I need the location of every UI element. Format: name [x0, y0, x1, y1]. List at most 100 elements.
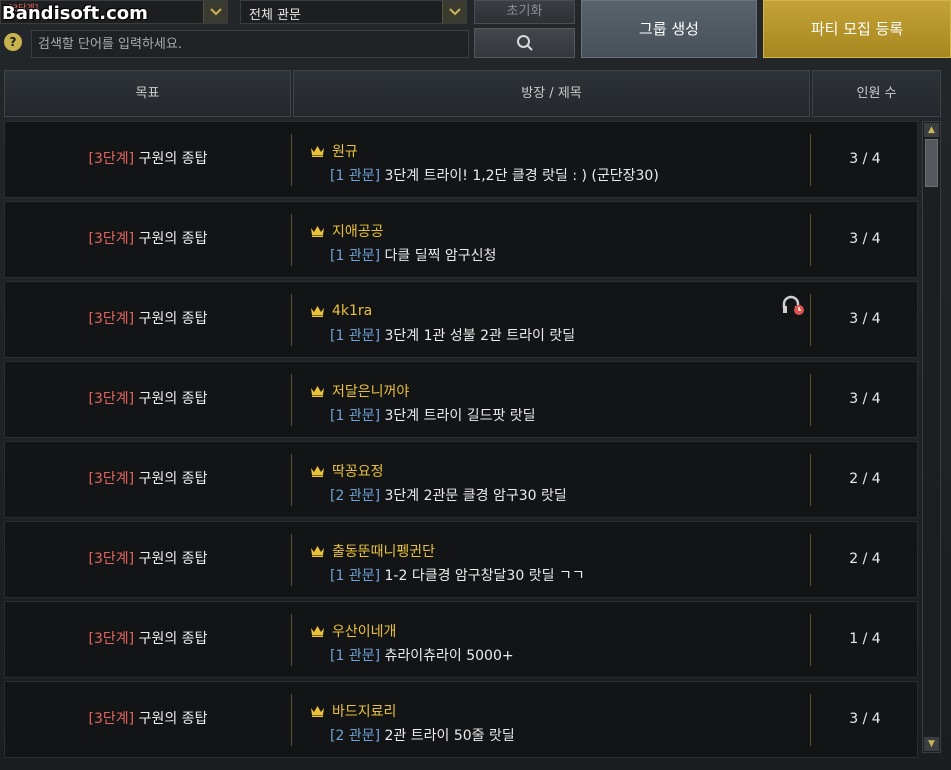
row-dungeon: [2 관문]	[330, 728, 381, 744]
row-stage: [3단계]	[88, 471, 135, 487]
row-count: 2 / 4	[849, 551, 881, 567]
crown-icon	[311, 146, 324, 157]
divider	[291, 374, 292, 426]
row-stage: [3단계]	[88, 711, 135, 727]
search-input[interactable]	[31, 30, 469, 58]
row-leader: 저달은니꺼야	[310, 381, 790, 401]
row-leader: 우산이네개	[310, 621, 790, 641]
row-leader-name: 저달은니꺼야	[332, 384, 410, 400]
row-goal: [3단계] 구원의 종탑	[5, 362, 291, 439]
row-description: [1 관문] 다클 딜찍 암구신청	[310, 245, 790, 265]
party-register-button[interactable]: 파티 모집 등록	[763, 0, 951, 58]
row-title-cell: 바드지료리 [2 관문] 2관 트라이 50줄 랏딜	[310, 701, 790, 745]
divider	[291, 534, 292, 586]
party-row[interactable]: [3단계] 구원의 종탑 출동뚠때니펭귄단 [1 관문] 1-2 다클경 암구창달3…	[4, 521, 918, 598]
dungeon-filter-select[interactable]: 전체 관문	[240, 0, 467, 24]
divider	[291, 614, 292, 666]
chevron-down-icon[interactable]	[203, 1, 227, 23]
crown-icon	[311, 626, 324, 637]
row-leader: 바드지료리	[310, 701, 790, 721]
list-header: 목표 방장 / 제목 인원 수	[4, 70, 941, 117]
dungeon-filter-value: 전체 관문	[249, 8, 301, 23]
header-goal[interactable]: 목표	[4, 70, 291, 117]
row-title: 츄라이츄라이 5000+	[384, 648, 514, 664]
scroll-down-arrow[interactable]: ▼	[924, 737, 939, 751]
party-row[interactable]: [3단계] 구원의 종탑 우산이네개 [1 관문] 츄라이츄라이 5000+ 1 / …	[4, 601, 918, 678]
row-goal-name: 구원의 종탑	[138, 231, 208, 247]
divider	[291, 134, 292, 186]
row-stage: [3단계]	[88, 151, 135, 167]
row-goal-name: 구원의 종탑	[138, 471, 208, 487]
help-icon[interactable]: ?	[4, 33, 22, 51]
chevron-down-icon[interactable]	[442, 1, 466, 23]
row-stage: [3단계]	[88, 551, 135, 567]
row-title-cell: 원규 [1 관문] 3단계 트라이! 1,2단 클경 랏딜 : ) (군단장30)	[310, 141, 790, 185]
row-title: 3단계 트라이! 1,2단 클경 랏딜 : ) (군단장30)	[384, 168, 659, 184]
row-dungeon: [1 관문]	[330, 248, 381, 264]
row-goal: [3단계] 구원의 종탑	[5, 282, 291, 359]
reset-button[interactable]: 초기화	[474, 0, 575, 24]
row-leader: 원규	[310, 141, 790, 161]
row-title-cell: 지애공공 [1 관문] 다클 딜찍 암구신청	[310, 221, 790, 265]
row-stage: [3단계]	[88, 631, 135, 647]
divider	[291, 294, 292, 346]
row-count: 3 / 4	[849, 711, 881, 727]
party-row[interactable]: [3단계] 구원의 종탑 원규 [1 관문] 3단계 트라이! 1,2단 클경 랏딜…	[4, 121, 918, 198]
row-leader: 지애공공	[310, 221, 790, 241]
row-goal: [3단계] 구원의 종탑	[5, 122, 291, 199]
divider	[291, 214, 292, 266]
row-goal-name: 구원의 종탑	[138, 391, 208, 407]
party-row[interactable]: [3단계] 구원의 종탑 바드지료리 [2 관문] 2관 트라이 50줄 랏딜 3 /…	[4, 681, 918, 758]
row-leader-name: 딱꽁요정	[332, 464, 384, 480]
crown-icon	[311, 706, 324, 717]
party-row[interactable]: [3단계] 구원의 종탑 저달은니꺼야 [1 관문] 3단계 트라이 길드팟 랏딜 3…	[4, 361, 918, 438]
row-title-cell: 저달은니꺼야 [1 관문] 3단계 트라이 길드팟 랏딜	[310, 381, 790, 425]
row-title: 다클 딜찍 암구신청	[384, 248, 497, 264]
search-button[interactable]	[474, 28, 575, 58]
row-title-cell: 4k1ra [1 관문] 3단계 1관 성불 2관 트라이 랏딜	[310, 301, 790, 345]
row-goal-name: 구원의 종탑	[138, 311, 208, 327]
party-row[interactable]: [3단계] 구원의 종탑 딱꽁요정 [2 관문] 3단계 2관문 클경 암구30 랏…	[4, 441, 918, 518]
party-row[interactable]: [3단계] 구원의 종탑 4k1ra [1 관문] 3단계 1관 성불 2관 트라이…	[4, 281, 918, 358]
row-count: 3 / 4	[849, 391, 881, 407]
row-leader-name: 지애공공	[332, 224, 384, 240]
row-count: 3 / 4	[849, 151, 881, 167]
header-count[interactable]: 인원 수	[812, 70, 941, 117]
row-leader-name: 바드지료리	[332, 704, 397, 720]
scroll-thumb[interactable]	[925, 139, 938, 187]
row-goal: [3단계] 구원의 종탑	[5, 442, 291, 519]
row-goal: [3단계] 구원의 종탑	[5, 522, 291, 599]
row-goal: [3단계] 구원의 종탑	[5, 202, 291, 279]
row-dungeon: [1 관문]	[330, 568, 381, 584]
row-dungeon: [1 관문]	[330, 168, 381, 184]
headset-clock-icon	[782, 295, 804, 315]
watermark: Bandisoft.com	[2, 3, 148, 24]
row-leader-name: 4k1ra	[332, 303, 373, 319]
row-title: 3단계 트라이 길드팟 랏딜	[384, 408, 536, 424]
row-description: [2 관문] 2관 트라이 50줄 랏딜	[310, 725, 790, 745]
row-leader: 딱꽁요정	[310, 461, 790, 481]
row-description: [1 관문] 3단계 1관 성불 2관 트라이 랏딜	[310, 325, 790, 345]
row-goal: [3단계] 구원의 종탑	[5, 682, 291, 759]
party-list: [3단계] 구원의 종탑 원규 [1 관문] 3단계 트라이! 1,2단 클경 랏딜…	[4, 121, 918, 761]
row-count: 1 / 4	[849, 631, 881, 647]
crown-icon	[311, 226, 324, 237]
row-description: [1 관문] 3단계 트라이! 1,2단 클경 랏딜 : ) (군단장30)	[310, 165, 790, 185]
divider	[291, 694, 292, 746]
party-row[interactable]: [3단계] 구원의 종탑 지애공공 [1 관문] 다클 딜찍 암구신청 3 / 4	[4, 201, 918, 278]
scroll-up-arrow[interactable]: ▲	[924, 123, 939, 137]
group-create-button[interactable]: 그룹 생성	[581, 0, 757, 58]
row-goal-name: 구원의 종탑	[138, 631, 208, 647]
row-dungeon: [1 관문]	[330, 648, 381, 664]
row-leader-name: 출동뚠때니펭귄단	[332, 544, 436, 560]
row-description: [1 관문] 3단계 트라이 길드팟 랏딜	[310, 405, 790, 425]
crown-icon	[311, 466, 324, 477]
row-description: [2 관문] 3단계 2관문 클경 암구30 랏딜	[310, 485, 790, 505]
divider	[291, 454, 292, 506]
header-title[interactable]: 방장 / 제목	[293, 70, 810, 117]
row-goal-name: 구원의 종탑	[138, 551, 208, 567]
row-dungeon: [1 관문]	[330, 328, 381, 344]
scrollbar[interactable]: ▲ ▼	[922, 121, 941, 753]
search-icon	[516, 35, 533, 51]
row-count: 3 / 4	[849, 231, 881, 247]
